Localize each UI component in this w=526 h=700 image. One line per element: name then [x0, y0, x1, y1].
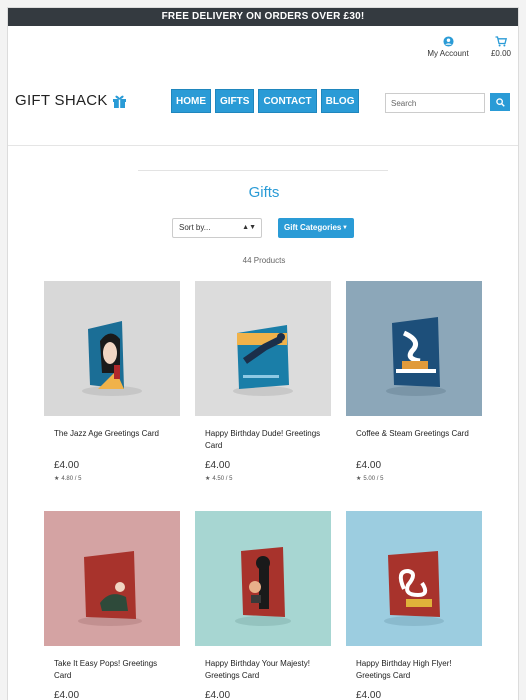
divider	[138, 170, 388, 171]
updown-icon: ▲▼	[242, 224, 256, 231]
my-account-link[interactable]: My Account	[418, 36, 478, 58]
product-image[interactable]	[44, 511, 180, 646]
cart-total: £0.00	[490, 49, 512, 58]
sort-label: Sort by...	[179, 223, 211, 232]
product-rating: ★ 4.80 / 5	[54, 475, 170, 483]
star-icon: ★	[356, 476, 362, 482]
nav-gifts[interactable]: GIFTS	[215, 89, 255, 113]
product-card[interactable]: The Jazz Age Greetings Card £4.00 ★ 4.80…	[44, 281, 180, 482]
product-count: 44 Products	[242, 256, 286, 265]
product-name[interactable]: Happy Birthday Your Majesty! Greetings C…	[205, 658, 321, 682]
product-card[interactable]: Happy Birthday Dude! Greetings Card £4.0…	[195, 281, 331, 482]
rating-value: 4.50 / 5	[212, 475, 233, 482]
product-price: £4.00	[54, 690, 80, 700]
product-price: £4.00	[205, 690, 231, 700]
gift-icon	[112, 95, 126, 108]
gift-categories-label: Gift Categories	[284, 223, 342, 232]
cart-icon	[495, 36, 507, 47]
search-input[interactable]	[385, 93, 485, 113]
nav-row: GIFT SHACK HOME GIFTS CONTACT BLOG	[8, 71, 518, 146]
star-icon: ★	[205, 476, 211, 482]
product-card[interactable]: Take It Easy Pops! Greetings Card £4.00	[44, 511, 180, 700]
nav-home[interactable]: HOME	[171, 89, 211, 113]
page-title: Gifts	[248, 184, 280, 201]
product-card[interactable]: Happy Birthday High Flyer! Greetings Car…	[346, 511, 482, 700]
rating-value: 4.80 / 5	[61, 475, 82, 482]
product-price: £4.00	[54, 460, 80, 471]
nav-blog[interactable]: BLOG	[320, 89, 360, 113]
main-nav: HOME GIFTS CONTACT BLOG	[171, 89, 360, 113]
product-image[interactable]	[346, 511, 482, 646]
product-name[interactable]: Take It Easy Pops! Greetings Card	[54, 658, 170, 682]
product-name[interactable]: Happy Birthday High Flyer! Greetings Car…	[356, 658, 472, 682]
caret-down-icon: ▼	[342, 225, 348, 231]
logo-text: GIFT SHACK	[15, 92, 108, 109]
rating-value: 5.00 / 5	[363, 475, 384, 482]
product-rating: ★ 5.00 / 5	[356, 475, 472, 483]
gift-categories-dropdown[interactable]: Gift Categories ▼	[278, 218, 354, 238]
site-logo[interactable]: GIFT SHACK	[15, 92, 127, 109]
product-card[interactable]: Happy Birthday Your Majesty! Greetings C…	[195, 511, 331, 700]
product-name[interactable]: Coffee & Steam Greetings Card	[356, 428, 472, 452]
page-frame: FREE DELIVERY ON ORDERS OVER £30! My Acc…	[7, 7, 519, 700]
product-image[interactable]	[195, 511, 331, 646]
search-icon	[495, 97, 505, 107]
product-card[interactable]: Coffee & Steam Greetings Card £4.00 ★ 5.…	[346, 281, 482, 482]
top-bar: My Account £0.00	[8, 26, 518, 71]
product-price: £4.00	[205, 460, 231, 471]
product-name[interactable]: The Jazz Age Greetings Card	[54, 428, 170, 452]
product-price: £4.00	[356, 690, 382, 700]
user-icon	[442, 36, 454, 47]
product-image[interactable]	[346, 281, 482, 416]
search-button[interactable]	[490, 93, 510, 111]
product-name[interactable]: Happy Birthday Dude! Greetings Card	[205, 428, 321, 452]
product-image[interactable]	[44, 281, 180, 416]
star-icon: ★	[54, 476, 60, 482]
product-price: £4.00	[356, 460, 382, 471]
product-rating: ★ 4.50 / 5	[205, 475, 321, 483]
cart-link[interactable]: £0.00	[481, 36, 518, 58]
my-account-label: My Account	[427, 49, 469, 58]
sort-select[interactable]: Sort by... ▲▼	[172, 218, 262, 238]
product-image[interactable]	[195, 281, 331, 416]
nav-contact[interactable]: CONTACT	[258, 89, 317, 113]
delivery-banner: FREE DELIVERY ON ORDERS OVER £30!	[8, 8, 518, 26]
